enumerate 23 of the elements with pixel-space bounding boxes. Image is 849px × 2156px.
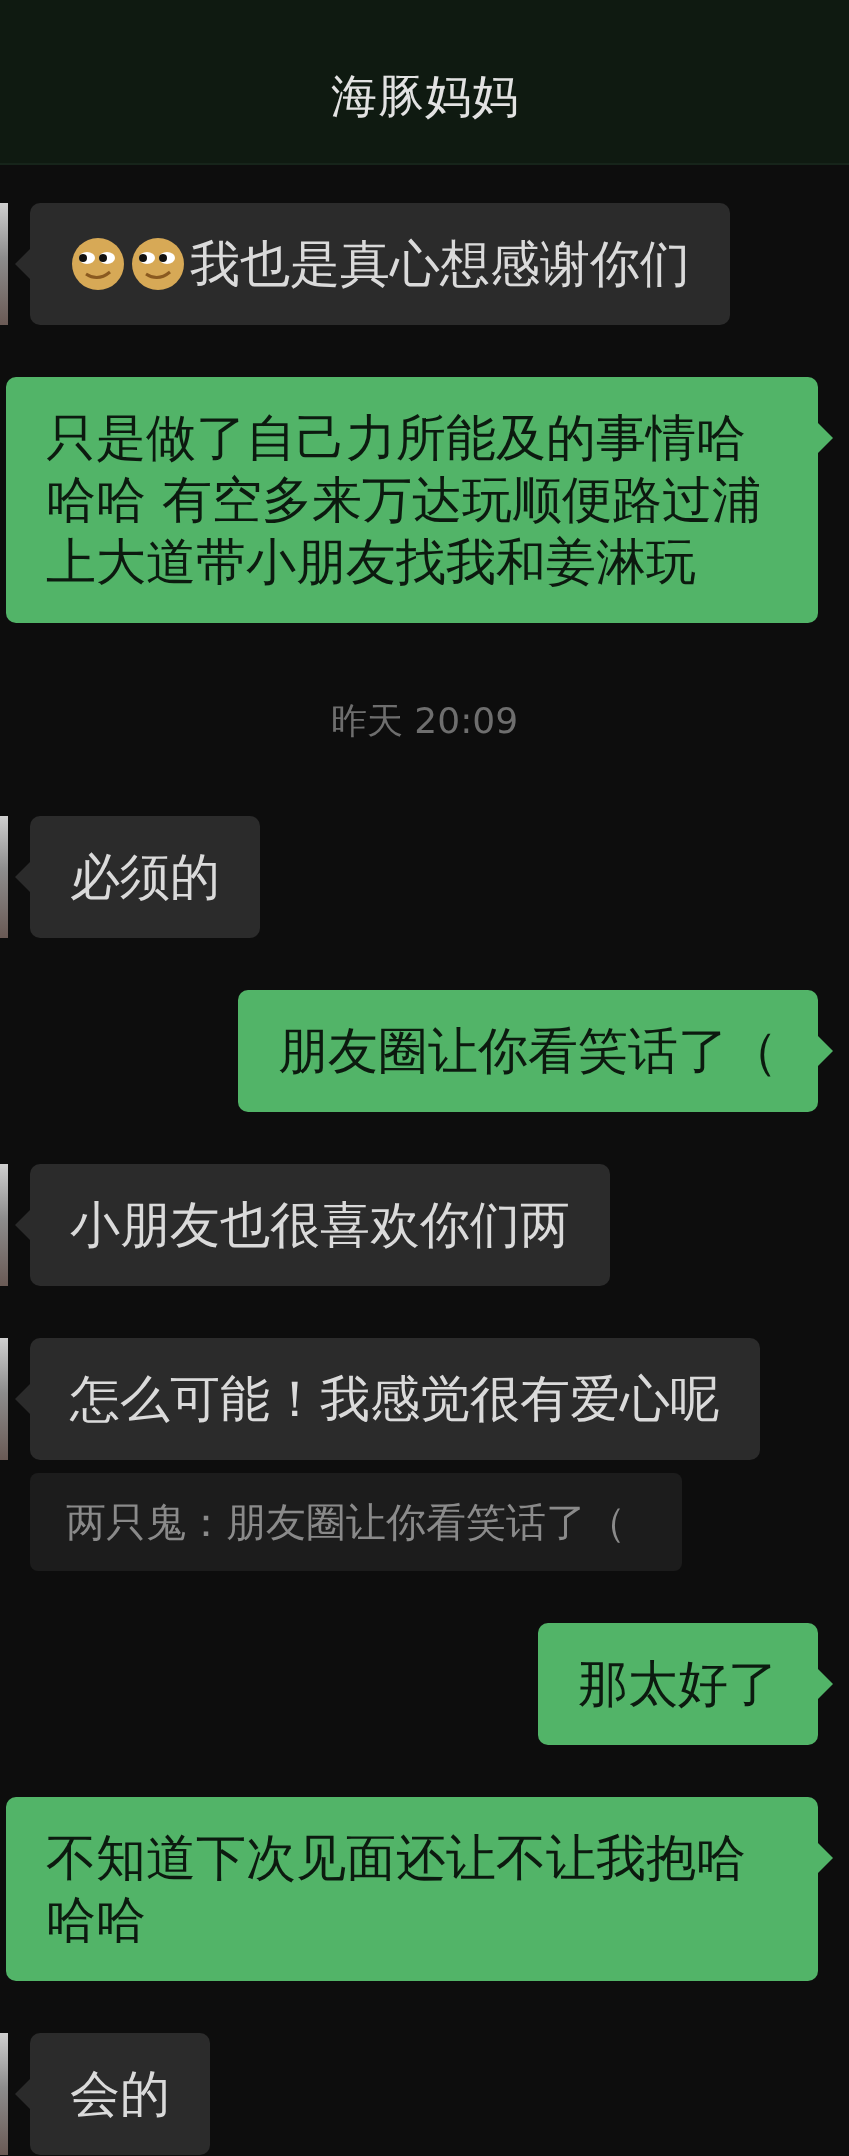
chat-title: 海豚妈妈 (330, 67, 519, 125)
smirk-emoji-icon (130, 236, 186, 292)
received-message-bubble[interactable]: 我也是真心想感谢你们 (30, 203, 730, 325)
bubble-tail (818, 1036, 833, 1066)
sent-message-bubble[interactable]: 那太好了 (538, 1623, 818, 1745)
bubble-tail (818, 423, 833, 453)
received-message-bubble[interactable]: 必须的 (30, 816, 260, 938)
sent-message-bubble[interactable]: 不知道下次见面还让不让我抱哈哈哈 (6, 1797, 818, 1981)
sent-message-bubble[interactable]: 只是做了自己力所能及的事情哈哈哈 有空多来万达玩顺便路过浦上大道带小朋友找我和姜淋玩 (6, 377, 818, 623)
avatar[interactable] (0, 1164, 8, 1286)
sent-message-bubble[interactable]: 朋友圈让你看笑话了（ (238, 990, 818, 1112)
timestamp: 昨天 20:09 (330, 699, 519, 743)
received-message-bubble[interactable]: 怎么可能！我感觉很有爱心呢 (30, 1338, 760, 1460)
avatar[interactable] (0, 816, 8, 938)
avatar[interactable] (0, 1338, 8, 1460)
quoted-message[interactable]: 两只鬼：朋友圈让你看笑话了（ (30, 1473, 682, 1571)
bubble-tail (818, 1843, 833, 1873)
received-message-bubble[interactable]: 会的 (30, 2033, 210, 2155)
bubble-tail (818, 1669, 833, 1699)
avatar[interactable] (0, 203, 8, 325)
smirk-emoji-icon (70, 236, 126, 292)
avatar[interactable] (0, 2033, 8, 2155)
received-message-bubble[interactable]: 小朋友也很喜欢你们两 (30, 1164, 610, 1286)
